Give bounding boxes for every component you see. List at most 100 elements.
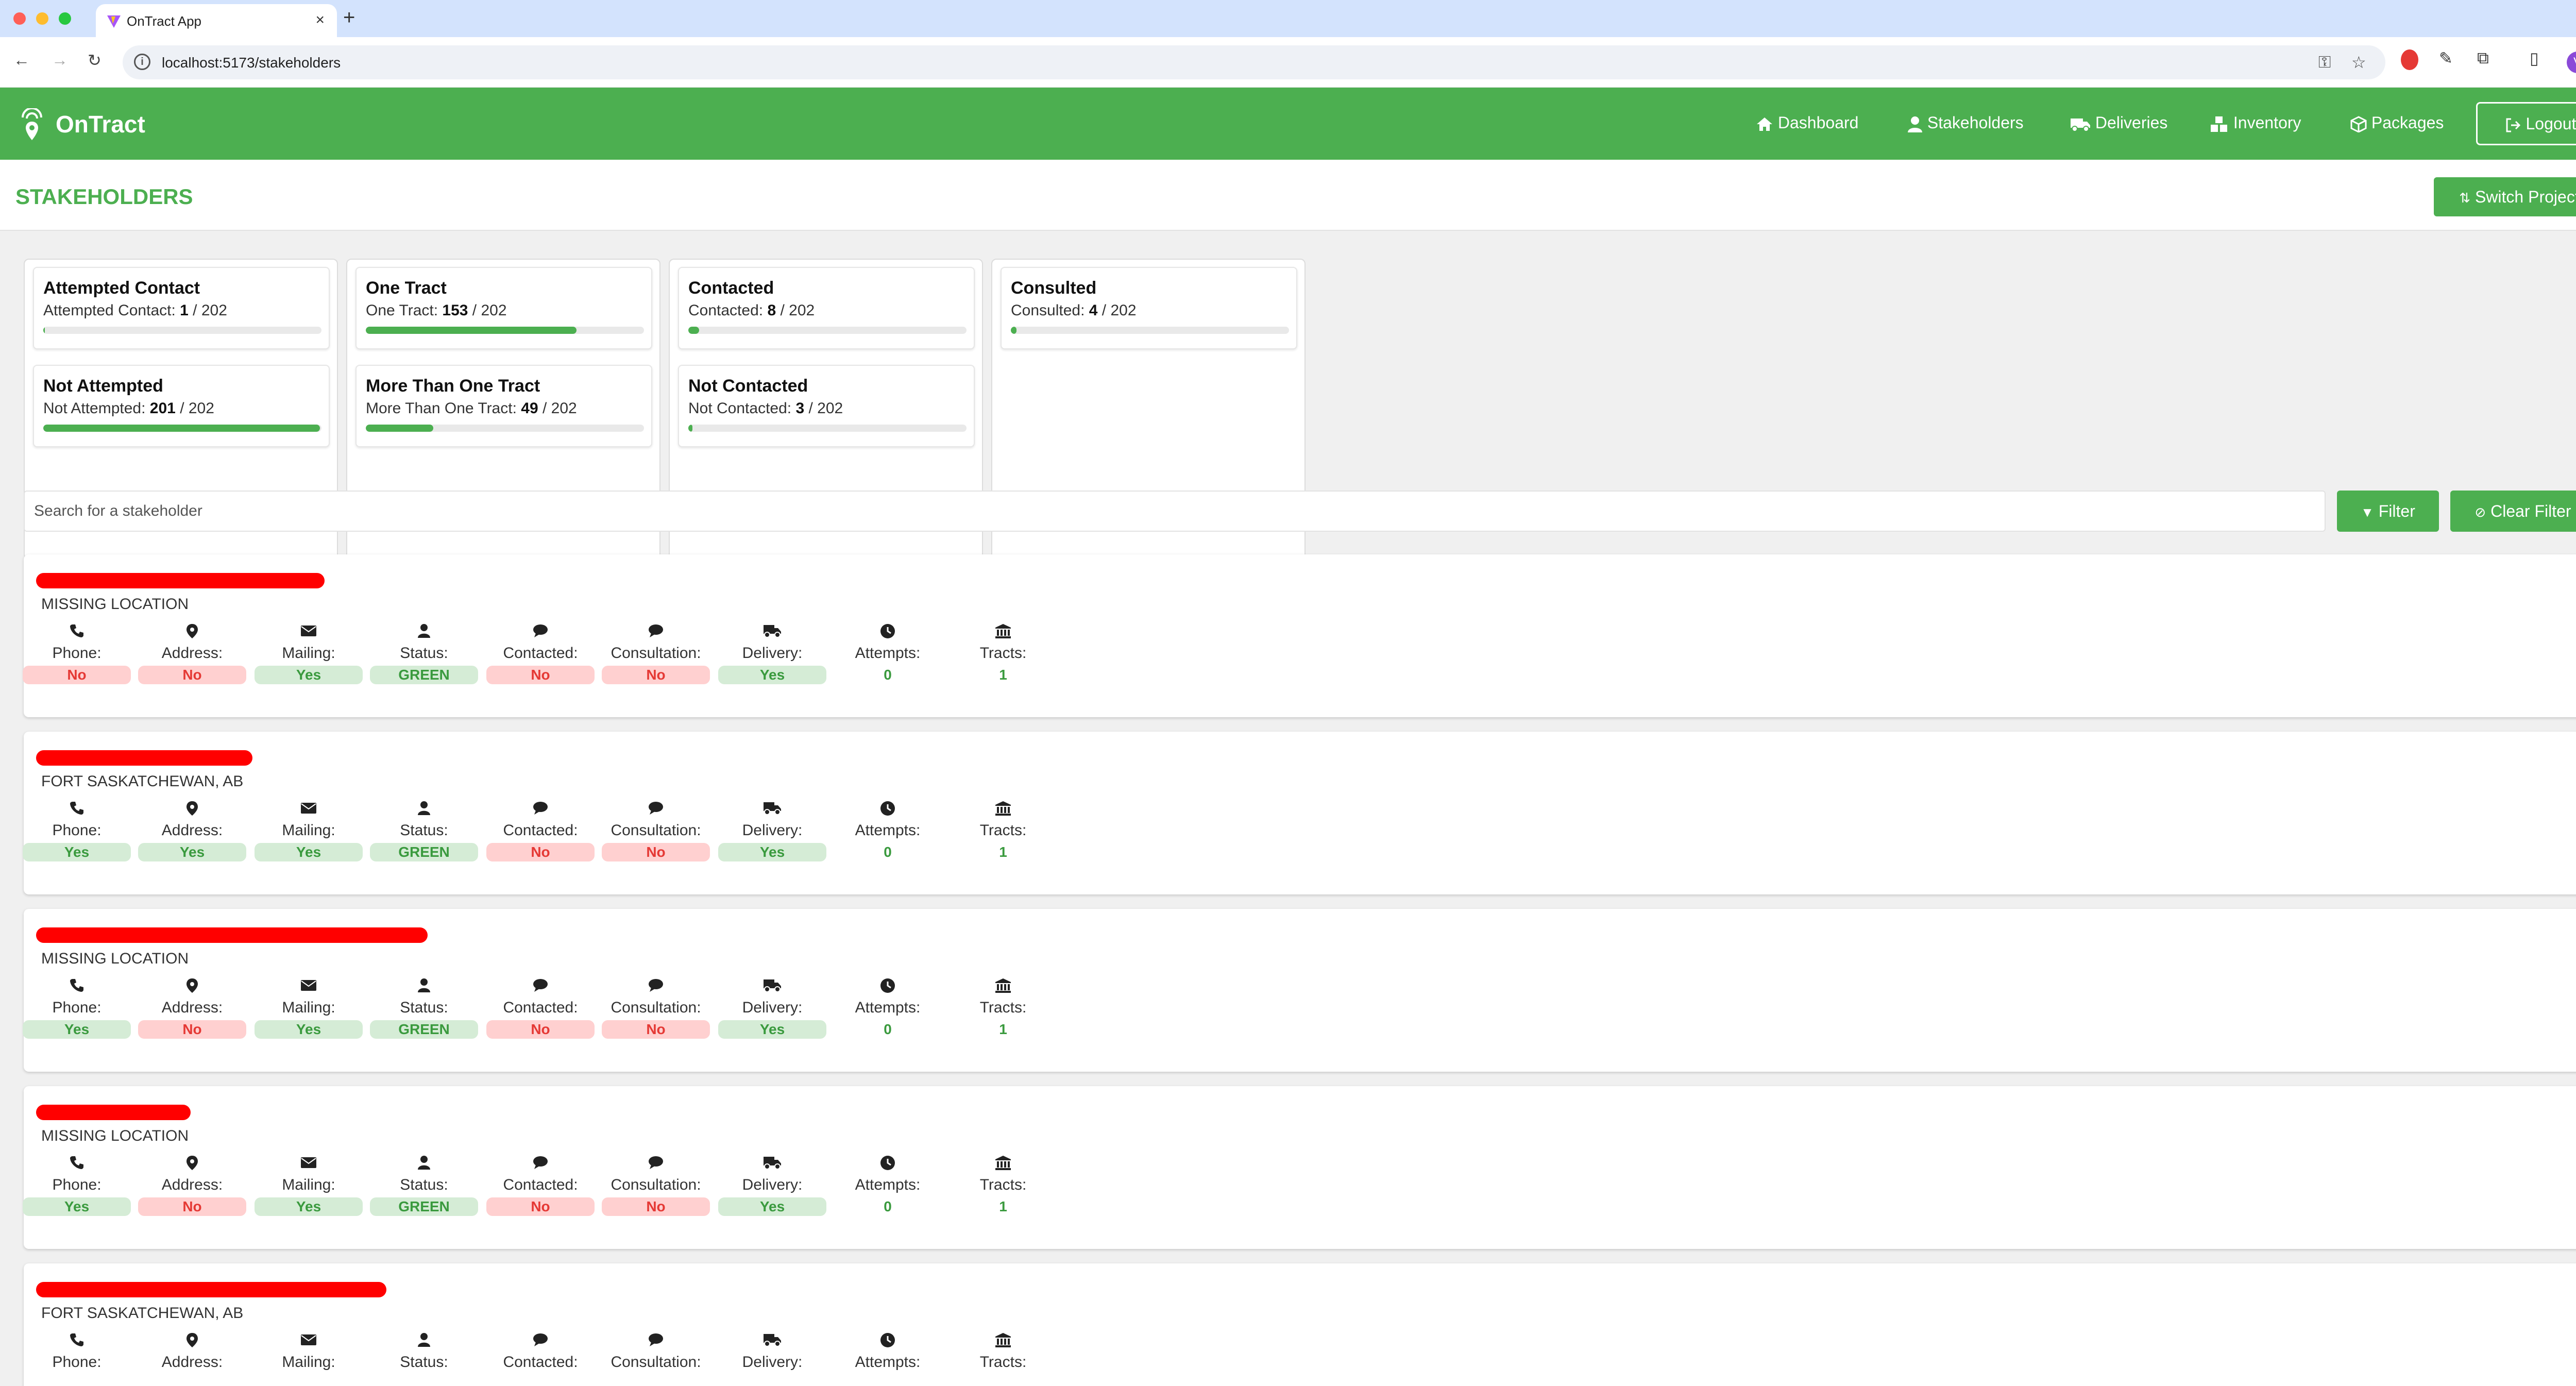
profile-avatar[interactable]: V (2567, 52, 2576, 73)
bookmark-star-icon[interactable]: ☆ (2351, 53, 2366, 72)
eyedropper-icon[interactable]: ✎ (2439, 48, 2453, 68)
sidebar-icon[interactable]: ▯ (2530, 48, 2539, 68)
map-pin-icon (138, 801, 246, 820)
stakeholder-card[interactable]: MISSING LOCATION Phone: No Address: No Mailin… (23, 554, 2576, 717)
reload-icon[interactable]: ↻ (88, 50, 101, 70)
field-label: Phone: (52, 822, 101, 839)
field-label: Attempts: (855, 1176, 921, 1193)
nav-inventory-label: Inventory (2233, 113, 2301, 132)
brand-name[interactable]: OnTract (56, 110, 145, 138)
new-tab-button[interactable]: + (343, 6, 355, 29)
field-value-badge: Yes (23, 843, 131, 861)
key-icon[interactable]: ⚿ (2318, 53, 2331, 72)
stat-total: 202 (1110, 302, 1137, 319)
redacted-name (36, 1282, 386, 1297)
search-input[interactable] (34, 492, 2301, 531)
field-value-badge: Yes (718, 666, 826, 684)
field-attempts: Attempts: 0 (834, 978, 942, 1039)
stat-value: 8 (767, 302, 776, 319)
field-label: Contacted: (503, 822, 578, 839)
field-value-badge: Yes (718, 843, 826, 861)
user-icon (370, 623, 478, 643)
extensions-icon[interactable]: ⧉ (2477, 48, 2489, 68)
field-value-badge: No (602, 843, 710, 861)
switch-project-label: Switch Project (2475, 188, 2576, 206)
truck-icon (718, 623, 826, 643)
field-label: Tracts: (979, 1354, 1027, 1371)
nav-inventory[interactable]: Inventory (2210, 113, 2301, 132)
stat-title: Not Contacted (688, 376, 808, 396)
landmark-icon (949, 623, 1057, 643)
stat-title: Attempted Contact (43, 278, 200, 298)
field-value-badge: GREEN (370, 843, 478, 861)
filter-button[interactable]: ▼ Filter (2337, 491, 2439, 532)
extension-red-icon[interactable] (2401, 49, 2418, 70)
window-maximize-button[interactable] (59, 12, 71, 25)
field-label: Status: (400, 999, 448, 1016)
field-tracts: Tracts: 1 (949, 801, 1057, 861)
envelope-icon (255, 1332, 363, 1352)
back-icon[interactable]: ← (13, 50, 30, 70)
field-label: Delivery: (742, 645, 803, 662)
search-box[interactable] (24, 491, 2326, 532)
stat-progress-bar (43, 425, 321, 432)
stat-progress-bar (43, 327, 321, 334)
field-label: Address: (161, 645, 223, 662)
stat-progress-fill (366, 327, 577, 334)
stat-count: One Tract: 153 / 202 (366, 302, 507, 319)
filter-icon: ▼ (2361, 504, 2374, 520)
field-value-badge: No (602, 1197, 710, 1216)
switch-project-button[interactable]: ⇅ Switch Project (2434, 177, 2576, 216)
phone-icon (23, 1155, 131, 1175)
field-value-badge: No (486, 1020, 595, 1039)
nav-stakeholders[interactable]: Stakeholders (1907, 113, 2024, 132)
field-address: Address: No (138, 1155, 246, 1216)
comment-icon (486, 1332, 595, 1352)
field-label: Address: (161, 999, 223, 1016)
nav-dashboard[interactable]: Dashboard (1756, 113, 1858, 132)
window-minimize-button[interactable] (36, 12, 48, 25)
truck-icon (718, 978, 826, 998)
stat-total: 202 (188, 400, 214, 417)
stakeholder-card[interactable]: MISSING LOCATION Phone: Yes Address: No Maili… (23, 909, 2576, 1072)
stat-separator: / (188, 302, 201, 319)
stakeholder-card[interactable]: FORT SASKATCHEWAN, AB Phone: Yes Address: Ye… (23, 732, 2576, 894)
map-pin-icon (138, 1332, 246, 1352)
field-label: Consultation: (611, 1176, 701, 1193)
field-attempts: Attempts: 0 (834, 801, 942, 861)
home-icon (1757, 117, 1772, 131)
field-value-badge: Yes (255, 1020, 363, 1039)
stat-count: Attempted Contact: 1 / 202 (43, 302, 227, 319)
url-text[interactable]: localhost:5173/stakeholders (162, 55, 341, 71)
field-value-badge: No (23, 666, 131, 684)
field-value-badge: 1 (999, 844, 1007, 860)
close-tab-icon[interactable]: × (315, 11, 325, 29)
stakeholder-card[interactable]: MISSING LOCATION Phone: Yes Address: No Maili… (23, 1086, 2576, 1249)
stakeholder-location: FORT SASKATCHEWAN, AB (41, 773, 244, 790)
window-close-button[interactable] (13, 12, 26, 25)
stat-total: 202 (817, 400, 843, 417)
stat-label: Contacted: (688, 302, 764, 319)
stat-card: Not Contacted Not Contacted: 3 / 202 (678, 365, 975, 447)
field-phone: Phone: Yes (23, 978, 131, 1039)
comment-icon (602, 801, 710, 820)
field-address: Address: (138, 1332, 246, 1373)
clear-filter-button[interactable]: ⊘ Clear Filter (2450, 491, 2576, 532)
field-value-badge: Yes (138, 843, 246, 861)
field-label: Tracts: (979, 1176, 1027, 1193)
site-info-icon[interactable]: i (134, 54, 150, 70)
nav-deliveries[interactable]: Deliveries (2070, 113, 2167, 132)
field-label: Attempts: (855, 822, 921, 839)
stakeholder-card[interactable]: FORT SASKATCHEWAN, AB Phone: Address: Maili… (24, 1263, 2576, 1386)
logout-button[interactable]: Logout (2476, 102, 2576, 145)
stat-progress-bar (1011, 327, 1289, 334)
truck-icon (718, 1332, 826, 1352)
browser-tab[interactable]: OnTract App × (96, 4, 337, 37)
forward-icon[interactable]: → (52, 50, 68, 70)
field-label: Phone: (52, 1354, 101, 1371)
address-bar[interactable]: i localhost:5173/stakeholders ⚿ ☆ (123, 45, 2385, 79)
nav-packages[interactable]: Packages (2350, 113, 2444, 132)
field-label: Mailing: (282, 1354, 335, 1371)
stat-value: 49 (521, 400, 538, 417)
field-phone: Phone: Yes (23, 1155, 131, 1216)
